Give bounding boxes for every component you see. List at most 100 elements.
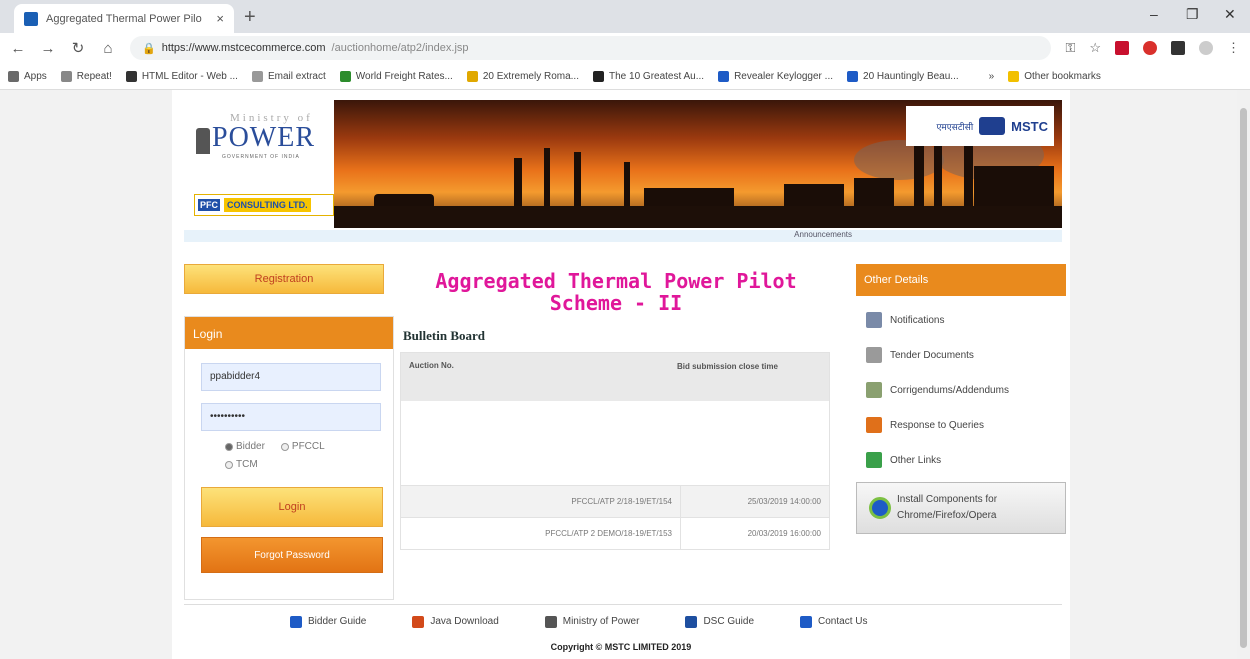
footer-link-label: Contact Us xyxy=(818,616,868,627)
java-download-link[interactable]: Java Download xyxy=(412,615,499,628)
profile-avatar-icon[interactable] xyxy=(1199,41,1213,55)
other-details-heading: Other Details xyxy=(856,264,1066,296)
bookmark-item[interactable]: HTML Editor - Web ... xyxy=(125,70,238,82)
close-time-cell: 25/03/2019 14:00:00 xyxy=(747,497,821,506)
page-title: Aggregated Thermal Power Pilot Scheme - … xyxy=(435,269,797,315)
extension-stop-icon[interactable] xyxy=(1143,41,1157,55)
bookmark-icon xyxy=(718,70,730,82)
pfc-text: CONSULTING LTD. xyxy=(224,198,311,212)
bidder-guide-link[interactable]: Bidder Guide xyxy=(290,615,367,628)
lock-icon: 🔒 xyxy=(142,42,156,55)
forward-icon[interactable]: → xyxy=(40,40,56,57)
menu-dots-icon[interactable]: ⋮ xyxy=(1227,40,1240,56)
radio-button-icon[interactable] xyxy=(280,443,289,451)
radio-label: Bidder xyxy=(236,441,265,452)
other-details-label: Corrigendums/Addendums xyxy=(890,384,1009,396)
home-icon[interactable]: ⌂ xyxy=(100,40,116,57)
navigation-bar: ← → ↻ ⌂ 🔒 https://www.mstcecommerce.com /… xyxy=(0,33,1250,63)
other-details-label: Tender Documents xyxy=(890,349,974,361)
other-details-link[interactable]: Tender Documents xyxy=(866,345,1068,365)
contact-us-link[interactable]: Contact Us xyxy=(800,615,868,628)
corrigendum-icon xyxy=(866,382,882,398)
power-plant-banner: एमएसटीसी MSTC xyxy=(334,100,1062,228)
copyright-text: Copyright © MSTC LIMITED 2019 xyxy=(550,642,692,652)
scrollbar-thumb[interactable] xyxy=(1240,108,1247,648)
bookmark-label: 20 Extremely Roma... xyxy=(482,70,579,82)
notifications-icon xyxy=(866,312,882,328)
other-details-label: Response to Queries xyxy=(890,419,984,431)
footer-links: Bidder Guide Java Download Ministry of Pow… xyxy=(184,604,1062,638)
tab-strip: Aggregated Thermal Power Pilo × + – ❐ ✕ xyxy=(0,0,1250,33)
other-details-link[interactable]: Notifications xyxy=(866,310,1068,330)
table-row[interactable]: PFCCL/ATP 2 DEMO/18-19/ET/153 20/03/2019… xyxy=(401,517,829,549)
bookmark-item[interactable]: The 10 Greatest Au... xyxy=(593,70,704,82)
minimize-icon[interactable]: – xyxy=(1150,6,1158,22)
contact-icon xyxy=(800,615,813,628)
browser-tab[interactable]: Aggregated Thermal Power Pilo × xyxy=(14,4,234,33)
pfc-consulting-logo[interactable]: PFC CONSULTING LTD. xyxy=(194,194,334,216)
new-tab-button[interactable]: + xyxy=(244,6,256,29)
other-details-label: Other Links xyxy=(890,454,942,466)
extension-icons: ⚿ ☆ ⋮ xyxy=(1065,40,1240,56)
radio-label: TCM xyxy=(236,459,258,470)
bookmark-item[interactable]: Apps xyxy=(8,70,47,82)
other-details-link[interactable]: Response to Queries xyxy=(866,415,1068,435)
password-input[interactable]: •••••••••• xyxy=(201,403,381,431)
auction-number-cell[interactable]: PFCCL/ATP 2/18-19/ET/154 xyxy=(401,486,681,517)
extension-flag-icon[interactable] xyxy=(1115,41,1129,55)
chat-icon xyxy=(866,417,882,433)
bookmark-item[interactable]: Revealer Keylogger ... xyxy=(718,70,834,82)
bookmark-label: Revealer Keylogger ... xyxy=(734,70,834,82)
emblem-icon xyxy=(544,615,557,628)
bookmark-item[interactable]: Other bookmarks xyxy=(1008,70,1101,82)
announcements-ticker[interactable]: Announcements xyxy=(184,230,1062,242)
bookmark-item[interactable]: » xyxy=(972,70,994,82)
maximize-icon[interactable]: ❐ xyxy=(1186,6,1199,23)
ministry-of-power-logo[interactable]: Ministry of POWER GOVERNMENT OF INDIA xyxy=(192,106,342,166)
key-icon[interactable]: ⚿ xyxy=(1065,40,1075,56)
other-details-link[interactable]: Other Links xyxy=(866,450,1068,470)
close-window-icon[interactable]: ✕ xyxy=(1224,6,1236,23)
table-row[interactable]: PFCCL/ATP 2/18-19/ET/154 25/03/2019 14:0… xyxy=(401,485,829,517)
radio-button-icon[interactable] xyxy=(225,443,233,451)
user-type-radio-pfccl[interactable]: PFCCL xyxy=(280,439,325,455)
user-type-radio-bidder[interactable]: Bidder xyxy=(225,439,265,455)
bookmark-label: World Freight Rates... xyxy=(355,70,453,82)
extension-c-icon[interactable] xyxy=(1171,41,1185,55)
vertical-scrollbar[interactable] xyxy=(1237,90,1250,659)
reload-icon[interactable]: ↻ xyxy=(70,39,86,57)
user-type-radio-tcm[interactable]: TCM xyxy=(225,457,258,473)
bookmark-item[interactable]: Email extract xyxy=(251,70,326,82)
username-input[interactable]: ppabidder4 xyxy=(201,363,381,391)
dsc-guide-link[interactable]: DSC Guide xyxy=(685,615,755,628)
install-label-line1: Install Components for xyxy=(897,494,998,505)
radio-button-icon[interactable] xyxy=(225,461,233,469)
bookmark-item[interactable]: 20 Extremely Roma... xyxy=(466,70,579,82)
mstc-mark-icon xyxy=(979,117,1006,135)
star-icon[interactable]: ☆ xyxy=(1089,40,1101,56)
other-details-link[interactable]: Corrigendums/Addendums xyxy=(866,380,1068,400)
bookmark-item[interactable]: 20 Hauntingly Beau... xyxy=(847,70,959,82)
footer-link-label: Bidder Guide xyxy=(308,616,367,627)
install-components-icon xyxy=(869,497,891,519)
site-favicon-icon xyxy=(24,11,38,26)
registration-button[interactable]: Registration xyxy=(184,264,384,294)
auction-number-cell[interactable]: PFCCL/ATP 2 DEMO/18-19/ET/153 xyxy=(401,518,681,549)
globe-icon xyxy=(866,452,882,468)
mstc-logo[interactable]: एमएसटीसी MSTC xyxy=(906,106,1054,146)
bookmark-icon xyxy=(60,70,72,82)
address-bar[interactable]: 🔒 https://www.mstcecommerce.com/auctionh… xyxy=(130,36,1052,60)
footer-link-label: DSC Guide xyxy=(703,616,755,627)
back-icon[interactable]: ← xyxy=(10,40,26,57)
bookmark-icon xyxy=(593,70,604,82)
bookmark-item[interactable]: Repeat! xyxy=(60,70,112,82)
forgot-password-button[interactable]: Forgot Password xyxy=(201,537,383,573)
footer-link-label: Java Download xyxy=(430,616,499,627)
bookmark-item[interactable]: World Freight Rates... xyxy=(339,70,453,82)
install-components-button[interactable]: Install Components for Chrome/Firefox/Op… xyxy=(856,482,1066,534)
ministry-of-power-link[interactable]: Ministry of Power xyxy=(544,615,639,628)
pfc-badge: PFC xyxy=(198,199,220,211)
tab-close-icon[interactable]: × xyxy=(216,11,224,26)
login-button[interactable]: Login xyxy=(201,487,383,527)
page-container: Ministry of POWER GOVERNMENT OF INDIA PF… xyxy=(172,90,1070,659)
